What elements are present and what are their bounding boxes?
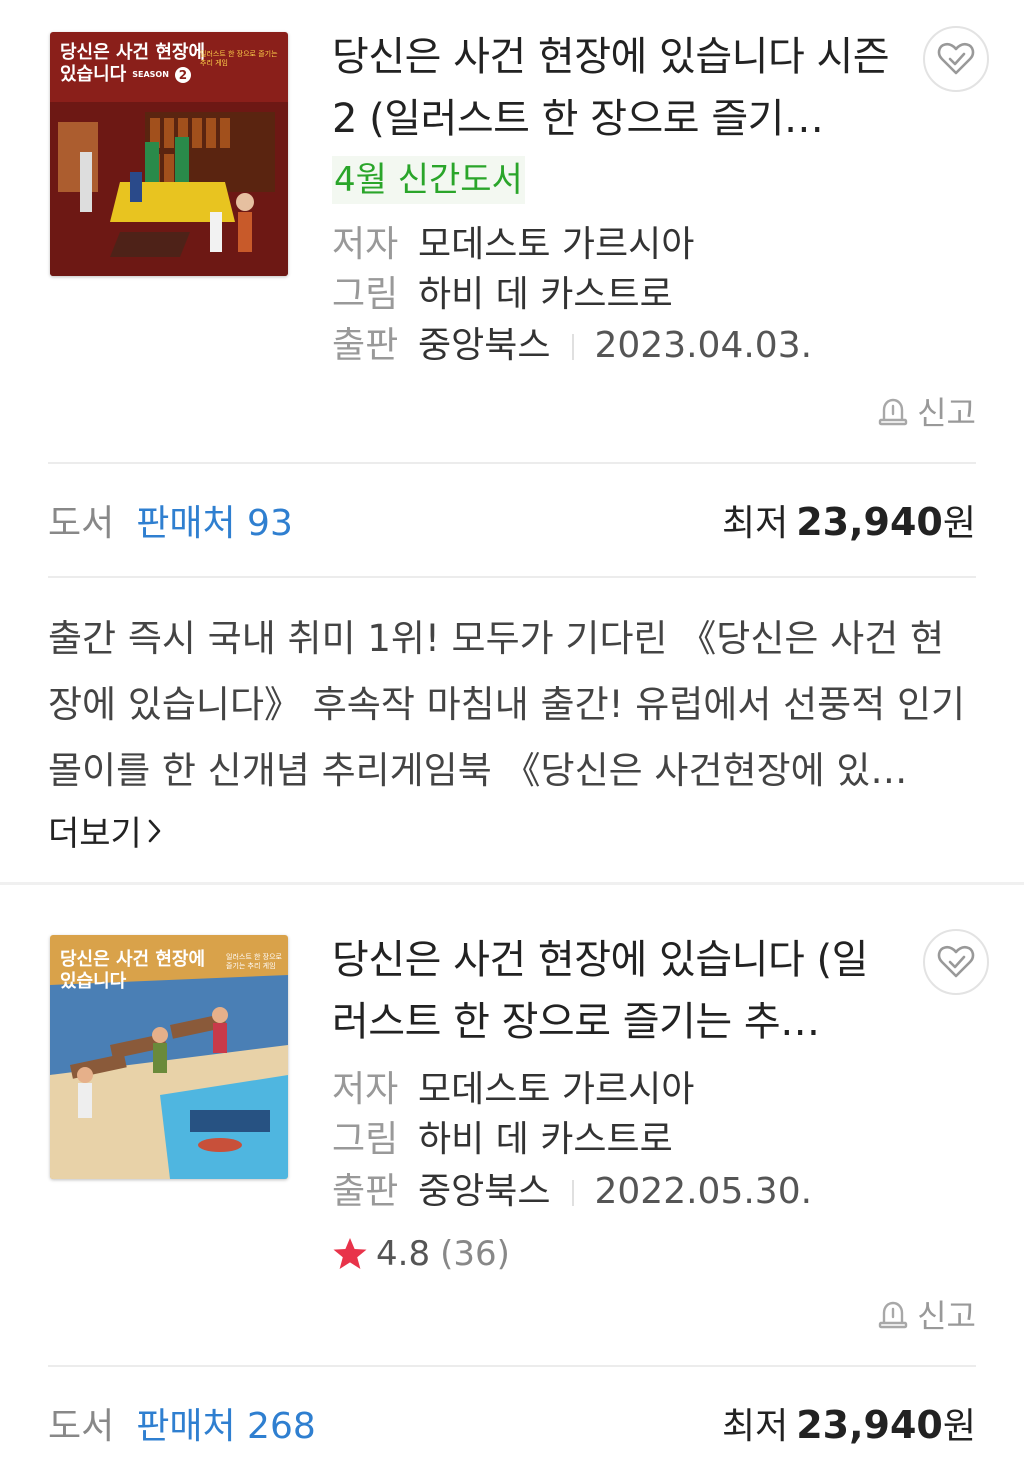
cover-title-line1: 당신은 사건 현장에 [60,949,206,970]
publisher-row: 출판 중앙북스 2022.05.30. [332,1167,812,1217]
heart-check-icon [937,945,975,978]
favorite-button[interactable] [923,929,989,995]
book-card-1: 당신은 사건 현장에 있습니다 SEASON 2 일러스트 한 장으로 즐기는 … [0,0,1024,854]
divider [48,576,976,578]
review-count: (36) [440,1234,510,1274]
siren-icon [878,1301,908,1329]
cover-season-number: 2 [174,67,191,83]
publisher-label: 출판 [332,325,399,366]
more-label: 더보기 [48,814,142,854]
cover-title-line2: 있습니다 [60,64,127,85]
price-unit: 원 [942,503,976,544]
lowest-price[interactable]: 최저 23,940원 [722,494,976,546]
lowest-price[interactable]: 최저 23,940원 [722,1397,976,1449]
book-row: 당신은 사건 현장에 있습니다 일러스트 한 장으로 즐기는 추리 게임 당신은… [0,903,1024,1335]
cover-title-line1: 당신은 사건 현장에 [60,42,206,63]
illustrator-name[interactable]: 하비 데 카스트로 [418,274,673,315]
cover-season-label: SEASON [132,70,169,79]
author-row: 저자 모데스토 가르시아 [332,220,694,270]
publisher-name[interactable]: 중앙북스 [418,1171,550,1212]
illustrator-label: 그림 [332,1119,399,1160]
price-row[interactable]: 도서 판매처 268 최저 23,940원 [48,1367,976,1479]
publisher-row: 출판 중앙북스 2023.04.03. [332,321,812,371]
meta-separator [572,334,575,360]
new-book-badge: 4월 신간도서 [332,156,525,204]
author-label: 저자 [332,1069,399,1110]
book-description: 출간 즉시 국내 취미 1위! 모두가 기다린 《당신은 사건 현장에 있습니다… [48,617,966,792]
author-name[interactable]: 모데스토 가르시아 [418,224,694,265]
report-button[interactable]: 신고 [877,388,976,434]
rating-row[interactable]: 4.8 (36) [332,1229,510,1279]
price-prefix: 최저 [721,1406,789,1447]
cover-subtitle: 일러스트 한 장으로 즐기는 추리 게임 [226,953,282,970]
sellers-link[interactable]: 판매처 268 [136,1397,316,1449]
publish-date: 2022.05.30. [594,1171,813,1212]
more-button[interactable]: 더보기 [48,806,164,855]
author-name[interactable]: 모데스토 가르시아 [418,1069,694,1110]
cover-title-line2: 있습니다 [60,971,127,992]
price-value: 23,940 [796,500,943,544]
book-row: 당신은 사건 현장에 있습니다 SEASON 2 일러스트 한 장으로 즐기는 … [0,0,1024,432]
heart-check-icon [937,42,975,75]
price-value: 23,940 [796,1403,943,1447]
report-button[interactable]: 신고 [877,1291,976,1337]
author-row: 저자 모데스토 가르시아 [332,1065,694,1115]
favorite-button[interactable] [923,26,989,92]
author-label: 저자 [332,224,399,265]
sellers-link[interactable]: 판매처 93 [136,494,293,546]
illustrator-label: 그림 [332,274,399,315]
book-title[interactable]: 당신은 사건 현장에 있습니다 시즌 2 (일러스트 한 장으로 즐기… [332,26,902,150]
chevron-right-icon [148,819,161,842]
price-prefix: 최저 [721,503,789,544]
section-separator [0,882,1024,885]
cover-subtitle: 일러스트 한 장으로 즐기는 추리 게임 [200,50,278,67]
publisher-name[interactable]: 중앙북스 [418,325,550,366]
star-icon [333,1238,367,1269]
price-unit: 원 [942,1406,976,1447]
illustrator-row: 그림 하비 데 카스트로 [332,270,673,320]
book-card-2: 당신은 사건 현장에 있습니다 일러스트 한 장으로 즐기는 추리 게임 당신은… [0,903,1024,1447]
publish-date: 2023.04.03. [594,325,813,366]
report-label: 신고 [917,394,976,432]
category-label: 도서 [48,1406,115,1447]
report-label: 신고 [917,1297,976,1335]
rating-value: 4.8 [376,1234,431,1274]
siren-icon [878,398,908,426]
publisher-label: 출판 [332,1171,399,1212]
price-row[interactable]: 도서 판매처 93 최저 23,940원 [48,464,976,576]
book-cover-image[interactable]: 당신은 사건 현장에 있습니다 SEASON 2 일러스트 한 장으로 즐기는 … [50,32,288,276]
illustrator-row: 그림 하비 데 카스트로 [332,1115,673,1165]
category-label: 도서 [48,503,115,544]
meta-separator [572,1180,575,1206]
book-cover-image[interactable]: 당신은 사건 현장에 있습니다 일러스트 한 장으로 즐기는 추리 게임 [50,935,288,1179]
illustrator-name[interactable]: 하비 데 카스트로 [418,1119,673,1160]
book-title[interactable]: 당신은 사건 현장에 있습니다 (일러스트 한 장으로 즐기는 추… [332,929,902,1053]
